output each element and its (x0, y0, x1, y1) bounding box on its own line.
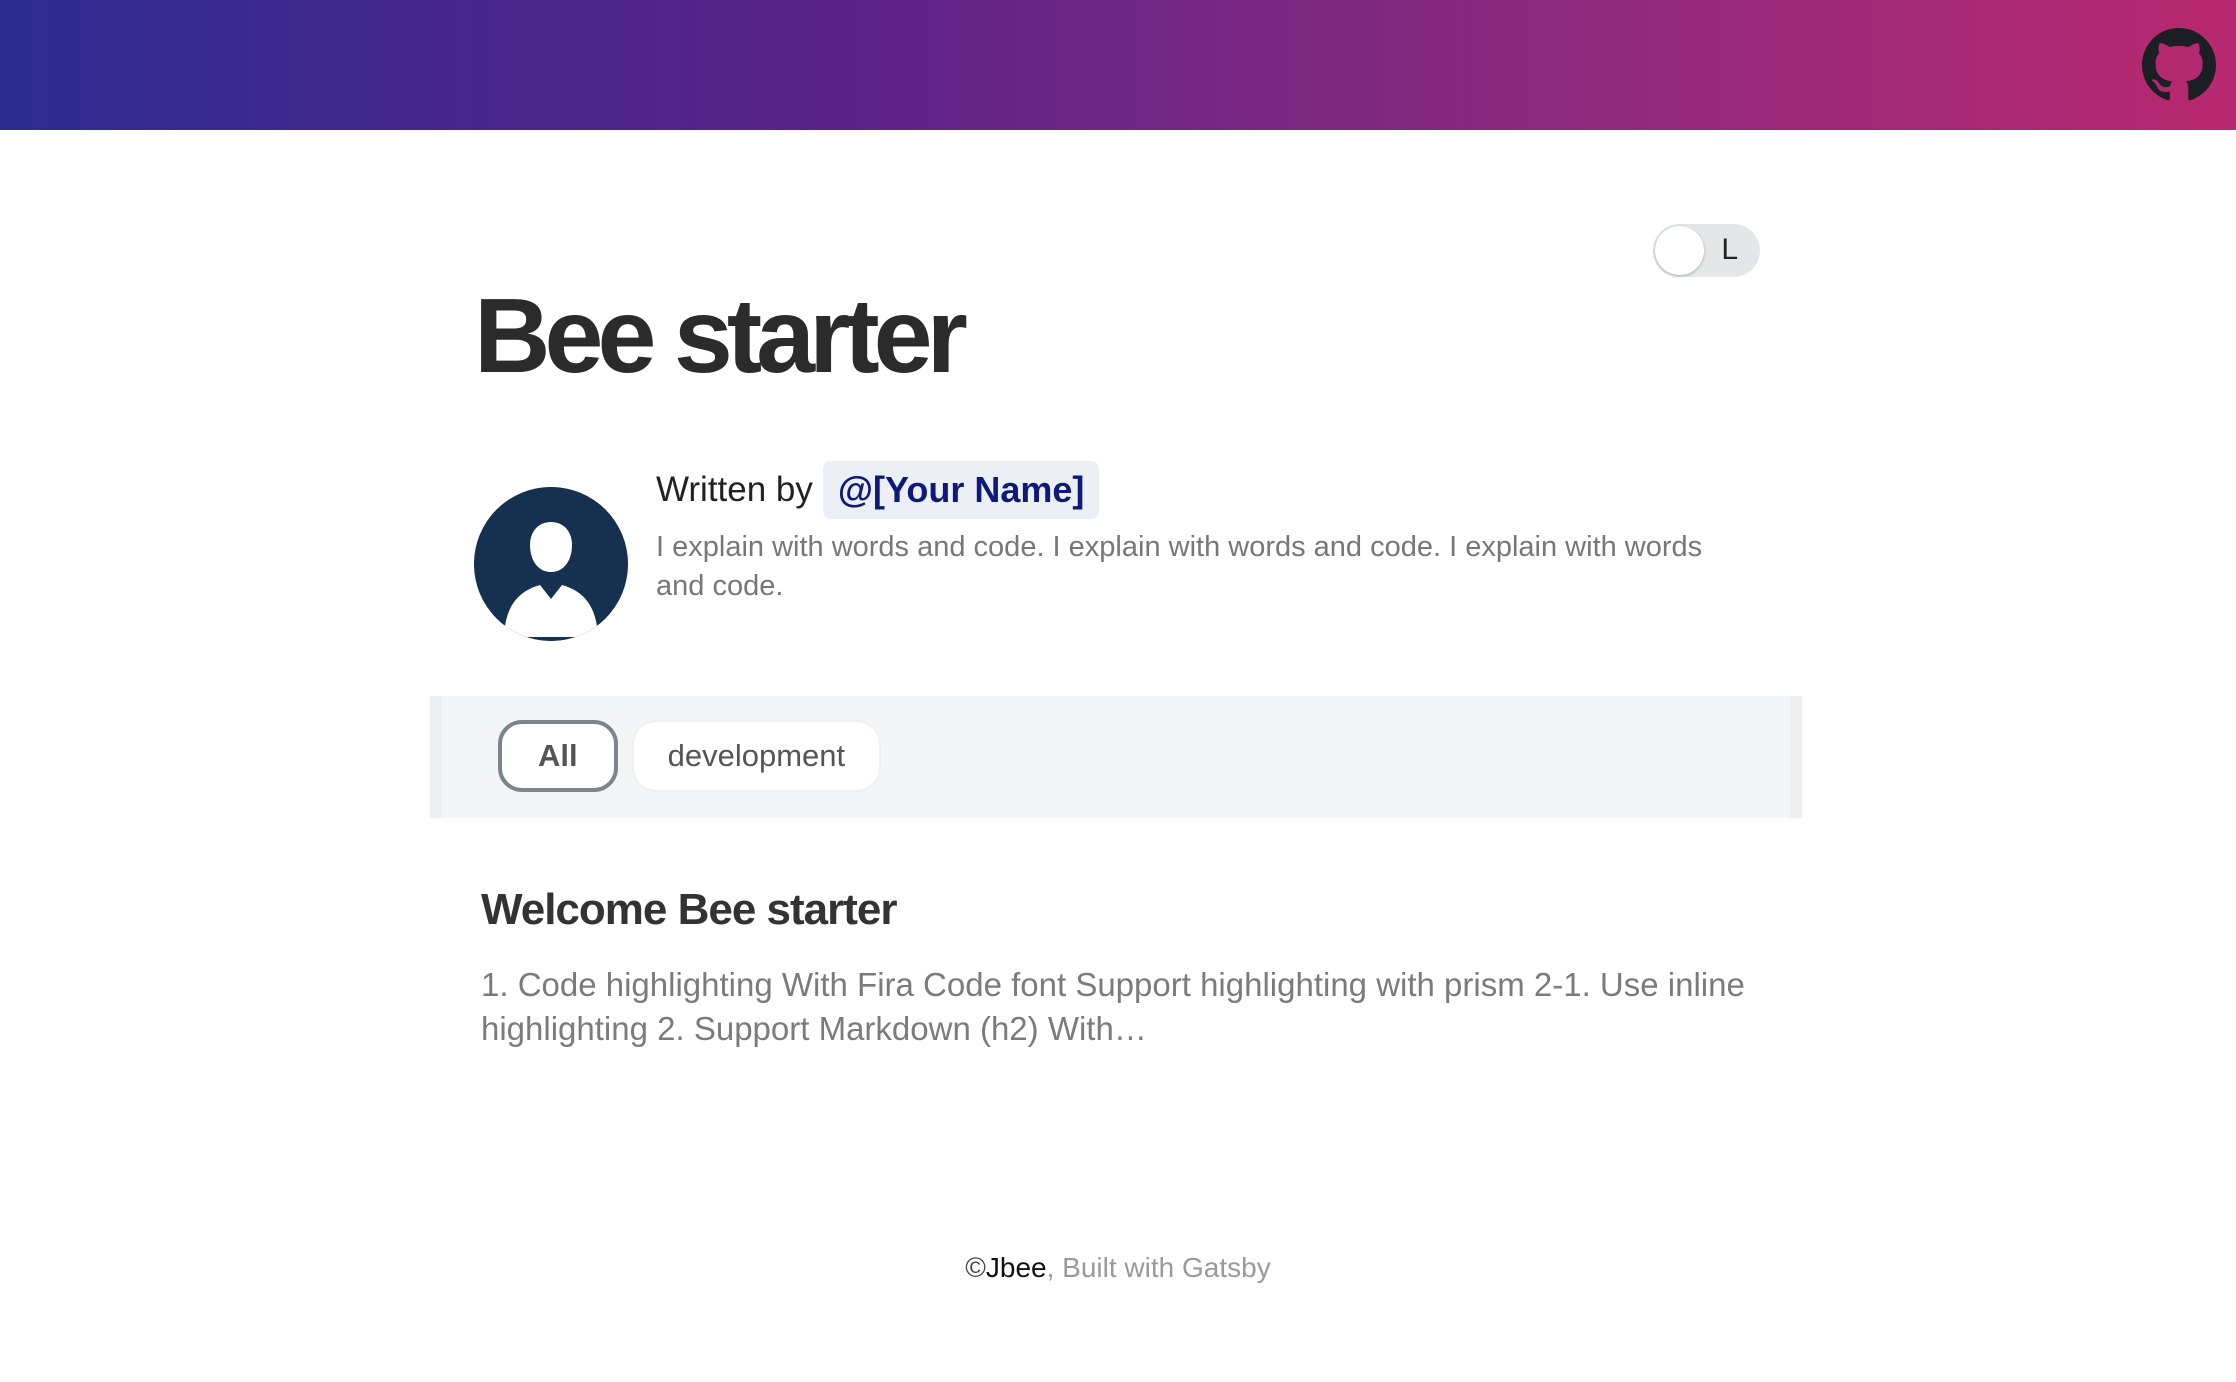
github-icon (2142, 28, 2216, 102)
footer-built-with[interactable]: , Built with Gatsby (1047, 1252, 1271, 1283)
blog-title: Bee starter (474, 277, 968, 395)
category-development[interactable]: development (631, 720, 882, 792)
footer-copyright: © (965, 1252, 986, 1283)
theme-toggle-label: L (1721, 233, 1738, 266)
author-name-link[interactable]: @[Your Name] (822, 461, 1100, 519)
github-link[interactable] (2142, 28, 2216, 102)
top-bar (0, 0, 2236, 130)
category-list: All development (498, 720, 882, 792)
bio-description: I explain with words and code. I explain… (656, 531, 1703, 602)
category-bar: All development (430, 696, 1802, 818)
category-all[interactable]: All (498, 720, 618, 792)
post-excerpt[interactable]: 1. Code highlighting With Fira Code font… (481, 963, 1781, 1051)
bio-line: Written by @[Your Name] (656, 460, 1100, 520)
user-avatar-icon (474, 487, 628, 641)
footer: ©Jbee, Built with Gatsby (0, 1248, 2236, 1288)
post-title[interactable]: Welcome Bee starter (481, 880, 897, 940)
author-avatar (474, 487, 628, 641)
written-by-label: Written by (656, 470, 813, 509)
theme-toggle-knob (1655, 226, 1704, 275)
footer-owner-link[interactable]: Jbee (986, 1252, 1047, 1283)
theme-toggle[interactable]: L (1653, 224, 1760, 277)
